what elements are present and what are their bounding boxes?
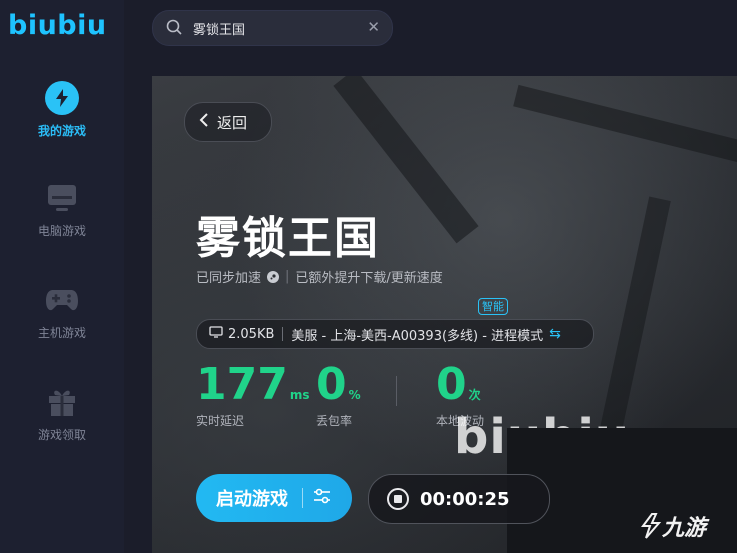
launch-game-button[interactable]: 启动游戏	[196, 474, 352, 522]
packet-loss-value: 0	[316, 359, 347, 410]
gift-icon	[44, 384, 80, 420]
sidebar-item-pc-games[interactable]: 电脑游戏	[0, 180, 124, 239]
packet-loss-stat: 0% 丢包率	[316, 360, 361, 429]
server-info-bar[interactable]: 2.05KB 美服 - 上海-美西-A00393(多线) - 进程模式 ⇆	[196, 319, 594, 349]
divider	[302, 488, 303, 508]
settings-sliders-icon[interactable]	[312, 487, 332, 509]
search-box: ✕	[152, 10, 393, 46]
monitor-icon	[44, 180, 80, 216]
back-label: 返回	[217, 113, 248, 132]
monitor-icon	[209, 326, 223, 342]
packet-loss-label: 丢包率	[316, 414, 353, 428]
jiuyou-watermark: 九游	[640, 510, 706, 542]
latency-value: 177	[196, 359, 288, 410]
timer-value: 00:00:25	[420, 488, 510, 510]
traffic-value: 2.05KB	[228, 326, 275, 342]
back-button[interactable]: 返回	[184, 102, 272, 142]
sidebar-item-label: 电脑游戏	[37, 224, 86, 238]
sidebar-item-label: 主机游戏	[37, 326, 86, 340]
sidebar-item-game-rewards[interactable]: 游戏领取	[0, 384, 124, 443]
sidebar-item-label: 我的游戏	[37, 124, 86, 138]
sidebar-item-label: 游戏领取	[37, 428, 86, 442]
fluctuation-value: 0	[436, 359, 467, 410]
acceleration-timer[interactable]: 00:00:25	[368, 474, 550, 524]
game-detail-panel: 返回 雾锁王国 已同步加速 | 已额外提升下载/更新速度 智能 2.05KB 美…	[152, 76, 737, 553]
divider: |	[285, 269, 290, 284]
watermark-text: 九游	[662, 516, 707, 541]
chevron-left-icon	[199, 112, 209, 132]
sidebar-item-console-games[interactable]: 主机游戏	[0, 282, 124, 341]
search-icon	[166, 19, 182, 39]
game-title: 雾锁王国	[196, 213, 380, 264]
divider	[396, 376, 397, 406]
packet-loss-unit: %	[348, 388, 361, 402]
gamepad-icon	[44, 282, 80, 318]
lightning-icon	[44, 80, 80, 116]
latency-stat: 177 ms 实时延迟	[196, 360, 310, 429]
sidebar-item-my-games[interactable]: 我的游戏	[0, 80, 124, 139]
latency-label: 实时延迟	[196, 414, 245, 428]
divider	[282, 327, 284, 341]
search-input[interactable]	[191, 17, 365, 39]
switch-icon[interactable]: ⇆	[549, 326, 561, 342]
smart-mode-badge: 智能	[478, 298, 508, 315]
extra-speed-status: 已额外提升下载/更新速度	[295, 271, 443, 286]
stop-icon[interactable]	[387, 488, 409, 510]
launch-game-label: 启动游戏	[216, 489, 288, 510]
sync-status-row: 已同步加速 | 已额外提升下载/更新速度	[196, 267, 443, 286]
top-bar: ✕	[124, 0, 737, 56]
latency-unit: ms	[289, 388, 310, 402]
sync-status: 已同步加速	[196, 271, 262, 286]
fluctuation-unit: 次	[468, 388, 481, 402]
app-logo: biubiu	[8, 10, 107, 41]
close-icon[interactable]: ✕	[367, 18, 380, 36]
sidebar: biubiu 我的游戏 电脑游戏 主机游戏 游戏领取	[0, 0, 124, 553]
steam-icon	[267, 270, 280, 283]
background-beam	[513, 84, 737, 170]
server-route: 美服 - 上海-美西-A00393(多线) - 进程模式	[291, 328, 544, 344]
